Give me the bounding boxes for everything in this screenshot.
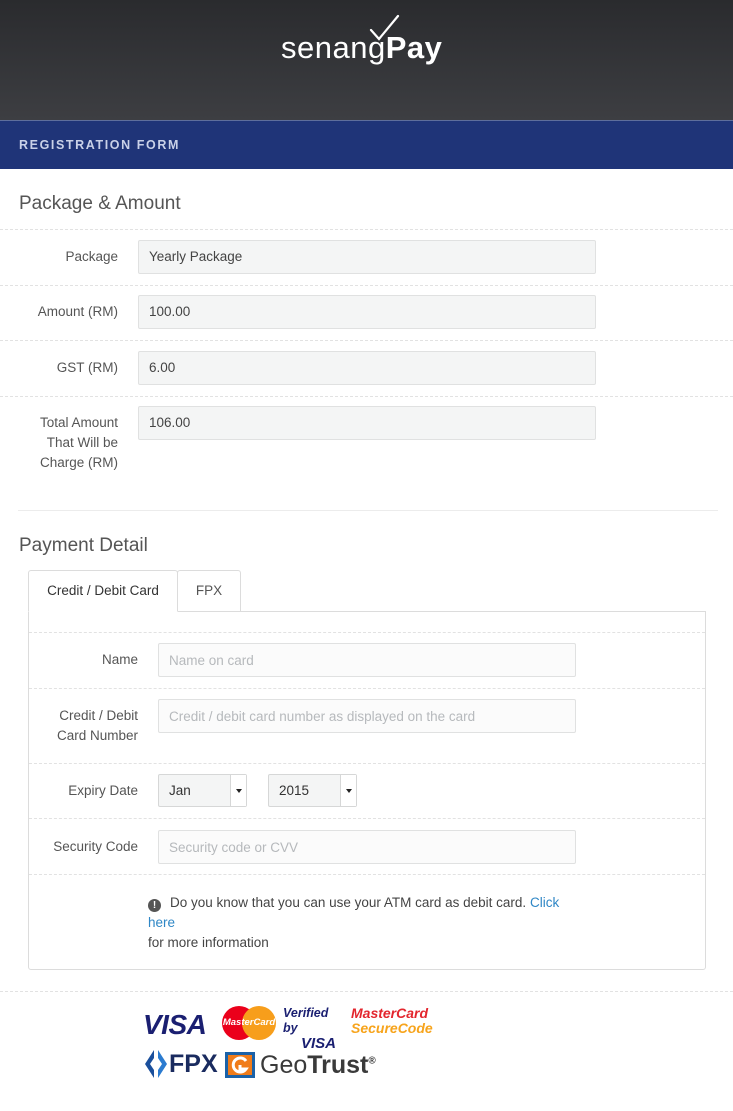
total-label-line-3: Charge (RM) bbox=[39, 455, 118, 470]
security-code-label: Security Code bbox=[53, 839, 138, 854]
verified-visa-text: VISA bbox=[301, 1035, 337, 1052]
senangpay-logo[interactable]: senangPay bbox=[281, 14, 442, 66]
chevron-down-icon bbox=[340, 775, 356, 806]
card-number-label-line-1: Credit / Debit bbox=[59, 708, 138, 723]
site-header: senangPay bbox=[0, 0, 733, 120]
name-label: Name bbox=[101, 652, 138, 667]
mastercard-securecode-logo: MasterCard SecureCode bbox=[351, 1006, 433, 1036]
security-code-input[interactable] bbox=[158, 830, 576, 864]
divider bbox=[29, 874, 705, 875]
card-number-label-line-2: Card Number bbox=[56, 728, 138, 743]
geotrust-registered-mark: ® bbox=[368, 1055, 376, 1067]
divider bbox=[0, 229, 733, 230]
fpx-icon bbox=[145, 1050, 167, 1078]
divider bbox=[29, 688, 705, 689]
expiry-year-select[interactable]: 2015 bbox=[268, 774, 357, 807]
checkmark-icon bbox=[369, 14, 400, 41]
divider bbox=[0, 340, 733, 341]
atm-card-info: ! Do you know that you can use your ATM c… bbox=[148, 893, 588, 953]
total-label-line-1: Total Amount bbox=[39, 415, 118, 430]
mastercard-logo-text: MasterCard bbox=[222, 1017, 276, 1028]
expiry-year-value: 2015 bbox=[279, 783, 310, 798]
total-label: Total Amount That Will be Charge (RM) bbox=[0, 413, 118, 473]
geotrust-light-text: Geo bbox=[260, 1051, 308, 1079]
name-on-card-input[interactable] bbox=[158, 643, 576, 677]
package-label: Package bbox=[65, 249, 118, 264]
verified-by-visa-logo: Verified by VISA bbox=[283, 1006, 336, 1051]
geotrust-logo-text: GeoTrust® bbox=[260, 1051, 376, 1080]
geotrust-icon bbox=[225, 1052, 255, 1078]
gst-label: GST (RM) bbox=[56, 360, 118, 375]
mastercard-logo: MasterCard bbox=[222, 1006, 276, 1040]
card-number-label: Credit / Debit Card Number bbox=[20, 706, 138, 746]
amount-field: 100.00 bbox=[138, 295, 596, 329]
divider bbox=[0, 991, 733, 992]
divider bbox=[29, 818, 705, 819]
band-title: REGISTRATION FORM bbox=[19, 138, 180, 152]
securecode-line-1: MasterCard bbox=[351, 1005, 429, 1021]
geotrust-bold-text: Trust bbox=[307, 1051, 369, 1079]
info-text-2: for more information bbox=[148, 935, 269, 950]
package-section-title: Package & Amount bbox=[19, 193, 181, 214]
info-text: Do you know that you can use your ATM ca… bbox=[170, 895, 527, 910]
tab-fpx[interactable]: FPX bbox=[177, 570, 241, 612]
tab-credit-debit-card[interactable]: Credit / Debit Card bbox=[28, 570, 178, 612]
chevron-down-icon bbox=[230, 775, 246, 806]
visa-logo: VISA bbox=[143, 1009, 207, 1040]
exclamation-circle-icon: ! bbox=[148, 899, 161, 912]
registration-form-band: REGISTRATION FORM bbox=[0, 120, 733, 169]
divider bbox=[0, 285, 733, 286]
securecode-line-2: SecureCode bbox=[351, 1020, 433, 1036]
expiry-month-select[interactable]: Jan bbox=[158, 774, 247, 807]
total-label-line-2: That Will be bbox=[46, 435, 118, 450]
total-field: 106.00 bbox=[138, 406, 596, 440]
fpx-logo-text: FPX bbox=[169, 1050, 218, 1078]
package-field: Yearly Package bbox=[138, 240, 596, 274]
divider bbox=[0, 396, 733, 397]
divider bbox=[29, 763, 705, 764]
divider bbox=[29, 632, 705, 633]
expiry-date-label: Expiry Date bbox=[68, 783, 138, 798]
expiry-month-value: Jan bbox=[169, 783, 191, 798]
gst-field: 6.00 bbox=[138, 351, 596, 385]
payment-section-title: Payment Detail bbox=[19, 535, 148, 556]
card-number-input[interactable] bbox=[158, 699, 576, 733]
verified-by-text: Verified by bbox=[283, 1006, 329, 1035]
amount-label: Amount (RM) bbox=[37, 304, 118, 319]
section-separator bbox=[18, 510, 718, 511]
